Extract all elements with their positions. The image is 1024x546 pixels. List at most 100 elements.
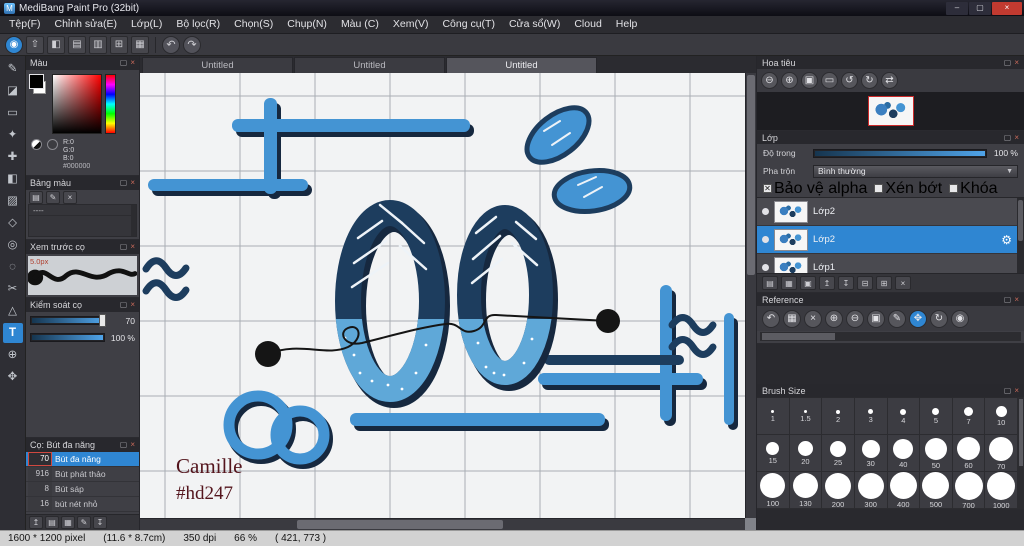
tool-hand-icon[interactable]: ✥ (3, 367, 23, 387)
brush-size-cell[interactable]: 5 (920, 398, 953, 435)
tool-magic-wand-icon[interactable]: ✦ (3, 125, 23, 145)
close-panel-icon[interactable]: × (130, 58, 135, 68)
hue-slider[interactable] (105, 74, 116, 134)
menu-item-9[interactable]: Cửa sổ(W) (502, 16, 567, 33)
brush-size-cell[interactable]: 100 (757, 472, 790, 509)
tool-eyedropper-icon[interactable]: ◎ (3, 235, 23, 255)
reset-view-icon[interactable]: ⇄ (881, 72, 898, 89)
palette-add-icon[interactable]: ▤ (29, 190, 43, 204)
canvas-hscrollbar[interactable] (140, 518, 745, 530)
brush-up-icon[interactable]: ↥ (29, 516, 43, 529)
brush-size-cell[interactable]: 130 (789, 472, 823, 509)
layer-delete-icon[interactable]: × (895, 276, 911, 290)
tool-transform-icon[interactable]: △ (3, 301, 23, 321)
layer-row[interactable]: Lớp2 (757, 198, 1017, 226)
brush-size-cell[interactable]: 3 (854, 398, 888, 435)
panel-layout-icon[interactable]: ▦ (131, 35, 149, 54)
menu-item-10[interactable]: Cloud (567, 16, 608, 33)
foreground-color-swatch[interactable] (29, 74, 44, 89)
reference-scroll-thumb[interactable] (762, 333, 836, 340)
tool-fill-icon[interactable]: ◧ (3, 169, 23, 189)
pin-icon[interactable]: ◉ (951, 309, 969, 328)
hscroll-thumb[interactable] (297, 520, 503, 529)
menu-item-6[interactable]: Màu (C) (334, 16, 386, 33)
fit-window-icon[interactable]: ▣ (801, 72, 818, 89)
close-panel-icon[interactable]: × (130, 178, 135, 188)
float-panel-icon[interactable]: ▢ (1004, 58, 1012, 68)
brush-size-cell[interactable]: 2 (822, 398, 855, 435)
color-wheel-icon[interactable] (31, 139, 42, 150)
palette-edit-icon[interactable]: ✎ (46, 190, 60, 204)
zoom-out-icon[interactable]: ⊖ (846, 309, 864, 328)
close-button[interactable]: × (992, 1, 1022, 15)
brush-list-item[interactable]: 8 Bút sáp (26, 482, 139, 497)
pick-color-icon[interactable]: ✎ (888, 309, 906, 328)
reference-scrollbar[interactable] (760, 332, 1021, 341)
brush-list-item[interactable]: 916 Bút phát thảo (26, 467, 139, 482)
visibility-icon[interactable] (762, 236, 769, 243)
menu-item-0[interactable]: Tệp(F) (2, 16, 48, 33)
close-panel-icon[interactable]: × (130, 300, 135, 310)
document-tab-2[interactable]: Untitled (446, 57, 597, 73)
layer-merge-icon[interactable]: ⊟ (857, 276, 873, 290)
saturation-value-picker[interactable] (52, 74, 102, 134)
layer-add-icon[interactable]: ▤ (762, 276, 778, 290)
brush-size-cell[interactable]: 7 (952, 398, 986, 435)
tool-text-icon[interactable]: T (2, 323, 23, 343)
float-panel-icon[interactable]: ▢ (1004, 295, 1012, 305)
fit-icon[interactable]: ▣ (867, 309, 885, 328)
close-panel-icon[interactable]: × (130, 242, 135, 252)
brush-size-cell[interactable]: 1 (757, 398, 790, 435)
float-panel-icon[interactable]: ▢ (120, 440, 128, 450)
menu-item-11[interactable]: Help (609, 16, 645, 33)
visibility-icon[interactable] (762, 264, 769, 271)
float-panel-icon[interactable]: ▢ (120, 178, 128, 188)
document-tab-1[interactable]: Untitled (294, 57, 445, 73)
tool-gradient-icon[interactable]: ▨ (3, 191, 23, 211)
float-panel-icon[interactable]: ▢ (1004, 133, 1012, 143)
brush-size-cell[interactable]: 40 (887, 435, 921, 472)
brush-size-cell[interactable]: 200 (822, 472, 855, 509)
layer-clear-icon[interactable]: ⊞ (876, 276, 892, 290)
menu-item-1[interactable]: Chỉnh sửa(E) (48, 16, 124, 33)
cloud-brush-icon[interactable]: ◉ (5, 35, 23, 54)
brush-download-icon[interactable]: ↧ (93, 516, 107, 529)
brush-edit-icon[interactable]: ✎ (77, 516, 91, 529)
brush-size-cell[interactable]: 10 (985, 398, 1018, 435)
close-panel-icon[interactable]: × (1014, 133, 1019, 143)
save-icon[interactable]: ▥ (89, 35, 107, 54)
grid-view-icon[interactable]: ⊞ (110, 35, 128, 54)
brush-size-cell[interactable]: 1.5 (789, 398, 823, 435)
layer-row[interactable]: Lớp2 ⚙ (757, 226, 1017, 254)
float-panel-icon[interactable]: ▢ (120, 300, 128, 310)
menu-item-4[interactable]: Chọn(S) (227, 16, 280, 33)
layer-folder-icon[interactable]: ▦ (781, 276, 797, 290)
tool-shape-icon[interactable]: ◇ (3, 213, 23, 233)
new-canvas-icon[interactable]: ▤ (68, 35, 86, 54)
menu-item-8[interactable]: Công cụ(T) (435, 16, 502, 33)
back-icon[interactable]: ↶ (762, 309, 780, 328)
actual-size-icon[interactable]: ▭ (821, 72, 838, 89)
brush-size-cell[interactable]: 300 (854, 472, 888, 509)
tool-eraser-icon[interactable]: ◪ (3, 81, 23, 101)
layer-checkbox[interactable]: Khóa (949, 180, 998, 198)
brush-size-cell[interactable]: 500 (920, 472, 953, 509)
palette-delete-icon[interactable]: × (63, 190, 77, 204)
layer-move-down-icon[interactable]: ↧ (838, 276, 854, 290)
brush-size-cell[interactable]: 60 (952, 435, 986, 472)
palette-list[interactable]: ---- (28, 204, 137, 237)
close-panel-icon[interactable]: × (1014, 295, 1019, 305)
close-panel-icon[interactable]: × (130, 440, 135, 450)
brush-size-cell[interactable]: 50 (920, 435, 953, 472)
transparent-color-icon[interactable] (47, 139, 58, 150)
layer-checkbox[interactable]: ✕ Bảo vệ alpha (763, 180, 867, 198)
menu-item-3[interactable]: Bộ lọc(R) (169, 16, 227, 33)
brush-new-icon[interactable]: ▤ (45, 516, 59, 529)
rotate-right-icon[interactable]: ↻ (861, 72, 878, 89)
open-folder-icon[interactable]: ▦ (783, 309, 801, 328)
zoom-out-icon[interactable]: ⊖ (761, 72, 778, 89)
redo-icon[interactable]: ↷ (183, 35, 201, 54)
brush-size-slider[interactable] (30, 314, 106, 327)
brush-size-cell[interactable]: 400 (887, 472, 921, 509)
brush-size-scrollbar[interactable] (1018, 397, 1024, 509)
